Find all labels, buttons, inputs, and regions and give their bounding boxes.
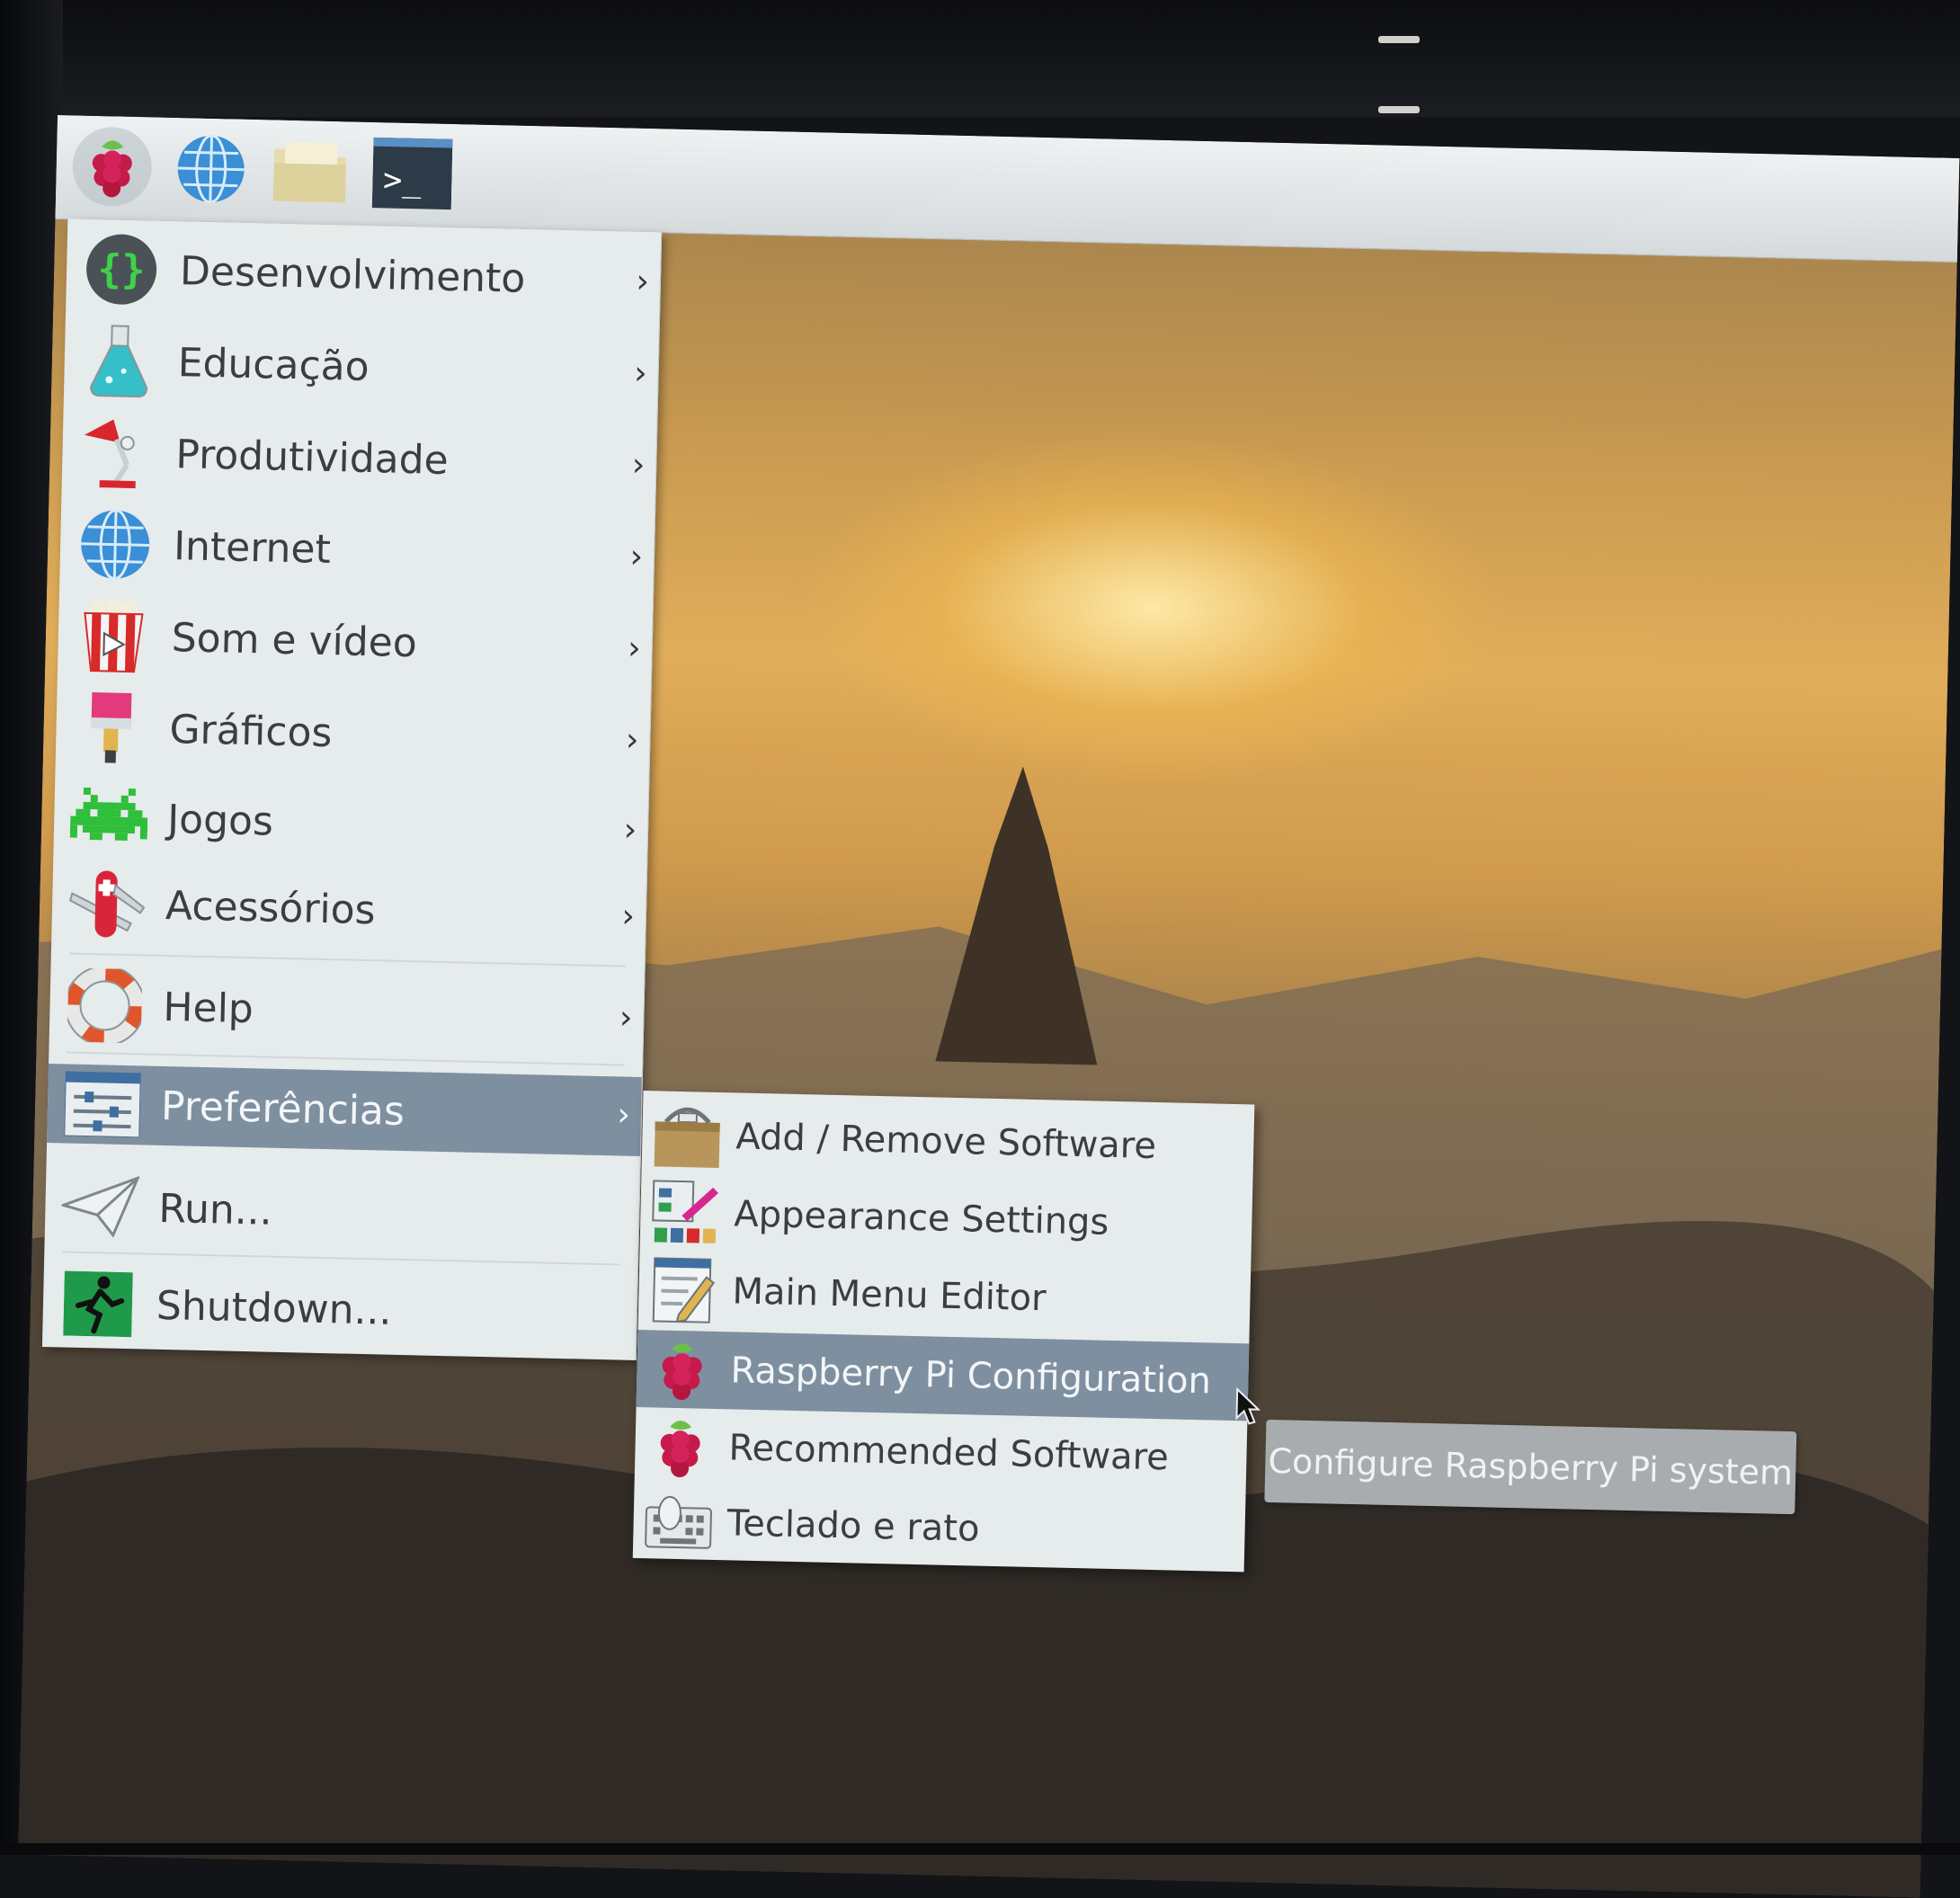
monitor-bezel-bottom bbox=[0, 1843, 1960, 1855]
menu-item-internet[interactable]: Internet › bbox=[59, 500, 655, 600]
chevron-right-icon: › bbox=[617, 1096, 631, 1134]
menu-item-label: Help bbox=[162, 984, 254, 1032]
submenu-item-teclado-e-rato[interactable]: Teclado e rato bbox=[633, 1483, 1246, 1573]
chevron-right-icon: › bbox=[629, 538, 644, 575]
submenu-item-raspberry-pi-configuration[interactable]: Raspberry Pi Configuration bbox=[636, 1329, 1250, 1421]
chevron-right-icon: › bbox=[636, 263, 650, 300]
menu-item-shutdown[interactable]: Shutdown... bbox=[42, 1260, 637, 1359]
menu-item-help[interactable]: Help › bbox=[49, 961, 644, 1061]
menu-item-graficos[interactable]: Gráficos › bbox=[55, 683, 650, 783]
raspberry-menu-icon bbox=[92, 140, 132, 198]
chevron-right-icon: › bbox=[625, 721, 639, 759]
web-browser-icon bbox=[177, 134, 245, 204]
menu-item-label: Desenvolvimento bbox=[179, 247, 526, 302]
appearance-icon bbox=[651, 1178, 721, 1248]
raspberry-icon bbox=[647, 1334, 717, 1404]
package-icon bbox=[653, 1100, 723, 1171]
menu-item-educacao[interactable]: Educação › bbox=[64, 316, 659, 416]
file-manager-button[interactable] bbox=[270, 130, 351, 211]
exit-icon bbox=[58, 1264, 138, 1343]
raspberry-menu-button[interactable] bbox=[71, 126, 153, 208]
chevron-right-icon: › bbox=[631, 446, 646, 484]
submenu-item-label: Add / Remove Software bbox=[735, 1116, 1157, 1168]
chevron-right-icon: › bbox=[621, 897, 636, 935]
mouse-cursor-icon bbox=[1235, 1387, 1261, 1425]
preferences-submenu: Add / Remove Software Appearance Setting… bbox=[632, 1091, 1255, 1573]
paper-plane-icon bbox=[60, 1167, 140, 1246]
submenu-item-label: Recommended Software bbox=[728, 1427, 1170, 1479]
desk-lamp-icon bbox=[78, 414, 157, 493]
submenu-item-label: Teclado e rato bbox=[726, 1502, 980, 1550]
chevron-right-icon: › bbox=[627, 629, 642, 667]
chevron-right-icon: › bbox=[623, 811, 637, 849]
paintbrush-icon bbox=[72, 689, 151, 768]
terminal-prompt-glyph: >_ bbox=[383, 162, 423, 200]
file-manager-icon bbox=[272, 141, 347, 203]
terminal-button[interactable]: >_ bbox=[371, 133, 453, 214]
monitor-glare bbox=[1378, 36, 1420, 43]
menu-item-run[interactable]: Run... bbox=[44, 1163, 639, 1262]
submenu-item-label: Main Menu Editor bbox=[731, 1270, 1047, 1320]
menu-item-label: Educação bbox=[177, 339, 370, 390]
submenu-item-appearance-settings[interactable]: Appearance Settings bbox=[640, 1173, 1253, 1264]
lifebuoy-icon bbox=[66, 966, 145, 1045]
menu-item-preferencias[interactable]: Preferências › bbox=[47, 1064, 642, 1156]
web-browser-button[interactable] bbox=[171, 129, 252, 209]
menu-item-label: Jogos bbox=[166, 796, 274, 845]
chevron-right-icon: › bbox=[619, 999, 633, 1037]
menu-item-som-e-video[interactable]: Som e vídeo › bbox=[58, 592, 653, 691]
svg-text:{}: {} bbox=[97, 246, 146, 293]
menu-item-desenvolvimento[interactable]: {} Desenvolvimento › bbox=[66, 225, 661, 325]
application-menu: {} Desenvolvimento › Educação › Produtiv… bbox=[41, 218, 663, 1360]
menu-item-produtividade[interactable]: Produtividade › bbox=[61, 408, 656, 508]
menu-item-label: Gráficos bbox=[168, 706, 333, 756]
menu-item-label: Shutdown... bbox=[156, 1282, 393, 1334]
menu-item-label: Produtividade bbox=[174, 431, 450, 484]
space-invader-icon bbox=[69, 779, 148, 858]
menu-item-label: Acessórios bbox=[165, 882, 377, 933]
monitor-glare bbox=[1378, 106, 1420, 113]
tooltip: Configure Raspberry Pi system bbox=[1264, 1419, 1797, 1515]
chevron-right-icon: › bbox=[633, 354, 648, 392]
submenu-item-add-remove-software[interactable]: Add / Remove Software bbox=[641, 1096, 1254, 1187]
menu-item-label: Som e vídeo bbox=[171, 614, 418, 666]
monitor-bezel-top bbox=[0, 0, 1960, 117]
preferences-icon bbox=[63, 1065, 142, 1144]
desktop-screen: >_ {} Desenvolvimento › Educação › Produ… bbox=[18, 115, 1960, 1898]
globe-icon bbox=[76, 505, 155, 584]
submenu-item-label: Appearance Settings bbox=[733, 1193, 1109, 1243]
submenu-item-main-menu-editor[interactable]: Main Menu Editor bbox=[638, 1251, 1252, 1341]
submenu-item-label: Raspberry Pi Configuration bbox=[729, 1350, 1212, 1403]
menu-item-label: Internet bbox=[173, 522, 332, 573]
swiss-knife-icon bbox=[67, 865, 147, 944]
popcorn-icon bbox=[74, 597, 153, 676]
programming-icon: {} bbox=[82, 230, 161, 309]
terminal-icon: >_ bbox=[371, 137, 453, 210]
raspberry-icon bbox=[646, 1412, 716, 1482]
menu-editor-icon bbox=[649, 1255, 719, 1325]
menu-item-acessorios[interactable]: Acessórios › bbox=[51, 860, 646, 959]
menu-item-label: Run... bbox=[157, 1185, 273, 1234]
menu-item-jogos[interactable]: Jogos › bbox=[53, 773, 648, 873]
keyboard-mouse-icon bbox=[644, 1487, 714, 1557]
education-flask-icon bbox=[80, 322, 159, 401]
tooltip-text: Configure Raspberry Pi system bbox=[1267, 1440, 1794, 1493]
menu-item-label: Preferências bbox=[160, 1083, 405, 1135]
